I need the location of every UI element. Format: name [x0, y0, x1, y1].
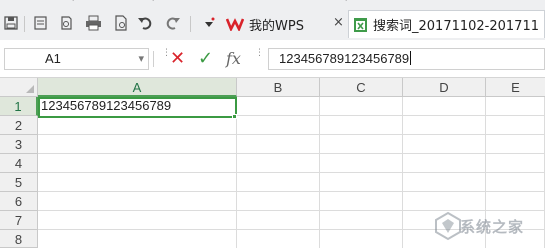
document-check-icon[interactable]	[112, 14, 130, 32]
cell-d1[interactable]	[403, 97, 486, 116]
watermark-text: 系统之家	[460, 218, 525, 236]
cell-e4[interactable]	[486, 154, 545, 173]
cell-a5[interactable]	[38, 173, 237, 192]
cell-b1[interactable]	[237, 97, 320, 116]
name-box[interactable]: A1 ▾	[4, 48, 149, 70]
cell-c5[interactable]	[320, 173, 403, 192]
quick-access-toolbar: ˈ ˈ ˈ 我的WPS × 搜索词_20171102-201711	[0, 0, 545, 40]
tab-close-icon[interactable]: ×	[333, 16, 344, 30]
cell-e5[interactable]	[486, 173, 545, 192]
cell-a1[interactable]: 123456789123456789	[38, 97, 237, 116]
cell-c3[interactable]	[320, 135, 403, 154]
cell-d5[interactable]	[403, 173, 486, 192]
save-icon[interactable]	[2, 14, 20, 32]
cell-d3[interactable]	[403, 135, 486, 154]
row-header-1[interactable]: 1	[0, 97, 38, 116]
column-header-b[interactable]: B	[237, 78, 320, 97]
cell-c1[interactable]	[320, 97, 403, 116]
row-header-4[interactable]: 4	[0, 154, 38, 173]
export-icon[interactable]	[32, 14, 50, 32]
row-header-3[interactable]: 3	[0, 135, 38, 154]
undo-icon[interactable]	[136, 14, 154, 32]
cell-a8[interactable]	[38, 230, 237, 248]
select-all-icon	[26, 85, 34, 93]
row-header-5[interactable]: 5	[0, 173, 38, 192]
cell-e1[interactable]	[486, 97, 545, 116]
cell-b5[interactable]	[237, 173, 320, 192]
text-caret	[410, 51, 412, 65]
insert-function-icon[interactable]: fx	[226, 48, 241, 70]
redo-icon[interactable]	[164, 14, 182, 32]
cell-a4[interactable]	[38, 154, 237, 173]
column-header-d[interactable]: D	[403, 78, 486, 97]
column-header-c[interactable]: C	[320, 78, 403, 97]
cell-a6[interactable]	[38, 192, 237, 211]
row-header-2[interactable]: 2	[0, 116, 38, 135]
spreadsheet-file-icon	[353, 17, 369, 33]
divider	[153, 51, 154, 67]
toolbar-divider	[24, 16, 25, 32]
fill-handle[interactable]	[232, 114, 237, 119]
cell-b3[interactable]	[237, 135, 320, 154]
column-header-a[interactable]: A	[38, 78, 237, 97]
cell-c2[interactable]	[320, 116, 403, 135]
cell-d4[interactable]	[403, 154, 486, 173]
splitter-grip-icon[interactable]: ⋮	[255, 48, 264, 58]
tab-spreadsheet[interactable]: 搜索词_20171102-201711	[348, 10, 545, 38]
group-marker: ˈ	[72, 0, 75, 7]
row-header-8[interactable]: 8	[0, 230, 38, 248]
group-marker: ˈ	[345, 0, 348, 7]
row-header-6[interactable]: 6	[0, 192, 38, 211]
group-marker: ˈ	[152, 0, 155, 7]
cell-b6[interactable]	[237, 192, 320, 211]
print-icon[interactable]	[84, 14, 102, 32]
print-preview-icon[interactable]	[57, 14, 75, 32]
cell-c8[interactable]	[320, 230, 403, 248]
formula-bar: A1 ▾ ⋮ ✕ ✓ fx ⋮ 123456789123456789	[0, 40, 545, 78]
name-box-value: A1	[45, 51, 61, 66]
cell-b7[interactable]	[237, 211, 320, 230]
tab-label: 搜索词_20171102-201711	[373, 19, 539, 34]
cell-a2[interactable]	[38, 116, 237, 135]
cell-e2[interactable]	[486, 116, 545, 135]
tab-label: 我的WPS	[249, 18, 304, 34]
cell-c4[interactable]	[320, 154, 403, 173]
formula-input[interactable]: 123456789123456789	[268, 48, 545, 70]
cell-e3[interactable]	[486, 135, 545, 154]
row-header-7[interactable]: 7	[0, 211, 38, 230]
toolbar-divider	[190, 16, 191, 32]
cell-a7[interactable]	[38, 211, 237, 230]
formula-input-value: 123456789123456789	[279, 51, 410, 66]
cell-a3[interactable]	[38, 135, 237, 154]
cell-b4[interactable]	[237, 154, 320, 173]
select-all-corner[interactable]	[0, 78, 38, 97]
column-header-e[interactable]: E	[486, 78, 545, 97]
cell-d2[interactable]	[403, 116, 486, 135]
chevron-down-icon[interactable]: ▾	[138, 49, 144, 69]
customize-dropdown-icon[interactable]	[200, 14, 218, 32]
cell-b8[interactable]	[237, 230, 320, 248]
cell-b2[interactable]	[237, 116, 320, 135]
cell-c7[interactable]	[320, 211, 403, 230]
cancel-edit-icon[interactable]: ✕	[170, 48, 185, 70]
tab-my-wps[interactable]: 我的WPS	[225, 10, 345, 38]
confirm-edit-icon[interactable]: ✓	[198, 48, 213, 70]
cell-c6[interactable]	[320, 192, 403, 211]
wps-logo-icon	[225, 17, 245, 31]
